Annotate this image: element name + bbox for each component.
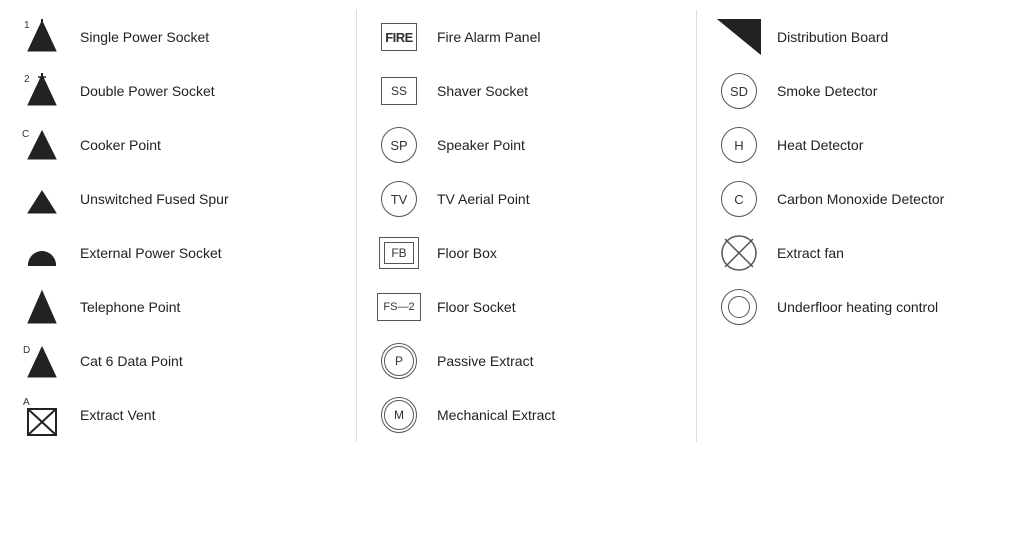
carbon-monoxide-detector-icon: C — [713, 181, 765, 217]
cat6-data-point-label: Cat 6 Data Point — [80, 353, 183, 369]
legend-grid: 1 Single Power Socket 2 Double — [16, 10, 1002, 442]
svg-text:D: D — [23, 345, 30, 356]
shaver-socket-icon: SS — [373, 77, 425, 105]
distribution-board-label: Distribution Board — [777, 29, 888, 45]
tv-aerial-point-icon: TV — [373, 181, 425, 217]
svg-text:2: 2 — [24, 74, 30, 85]
list-item: FS—2 Floor Socket — [373, 280, 696, 334]
passive-extract-icon: P — [373, 343, 425, 379]
smoke-detector-icon: SD — [713, 73, 765, 109]
list-item: SS Shaver Socket — [373, 64, 696, 118]
list-item: 1 Single Power Socket — [16, 10, 356, 64]
carbon-monoxide-detector-label: Carbon Monoxide Detector — [777, 191, 944, 207]
heat-detector-label: Heat Detector — [777, 137, 863, 153]
double-power-socket-icon: 2 — [16, 69, 68, 113]
column-1: 1 Single Power Socket 2 Double — [16, 10, 356, 442]
list-item: C Carbon Monoxide Detector — [713, 172, 1018, 226]
list-item: FB Floor Box — [373, 226, 696, 280]
mechanical-extract-label: Mechanical Extract — [437, 407, 555, 423]
distribution-board-icon — [713, 19, 765, 55]
extract-vent-label: Extract Vent — [80, 407, 155, 423]
svg-text:1: 1 — [24, 20, 30, 31]
heat-detector-icon: H — [713, 127, 765, 163]
floor-box-label: Floor Box — [437, 245, 497, 261]
telephone-point-icon — [16, 285, 68, 329]
column-2: FIRE Fire Alarm Panel SS Shaver Socket S… — [356, 10, 696, 442]
list-item: M Mechanical Extract — [373, 388, 696, 442]
extract-vent-icon: A — [16, 393, 68, 437]
single-power-socket-icon: 1 — [16, 15, 68, 59]
mechanical-extract-icon: M — [373, 397, 425, 433]
telephone-point-label: Telephone Point — [80, 299, 180, 315]
list-item: TV TV Aerial Point — [373, 172, 696, 226]
cooker-point-label: Cooker Point — [80, 137, 161, 153]
cooker-point-icon: C — [16, 123, 68, 167]
shaver-socket-label: Shaver Socket — [437, 83, 528, 99]
svg-text:A: A — [23, 397, 30, 408]
column-3: Distribution Board SD Smoke Detector H H… — [696, 10, 1018, 442]
list-item: A Extract Vent — [16, 388, 356, 442]
fire-alarm-panel-label: Fire Alarm Panel — [437, 29, 540, 45]
list-item: 2 Double Power Socket — [16, 64, 356, 118]
list-item: Telephone Point — [16, 280, 356, 334]
external-power-socket-label: External Power Socket — [80, 245, 222, 261]
tv-aerial-point-label: TV Aerial Point — [437, 191, 530, 207]
extract-fan-icon — [713, 234, 765, 272]
passive-extract-label: Passive Extract — [437, 353, 533, 369]
single-power-socket-label: Single Power Socket — [80, 29, 209, 45]
list-item: FIRE Fire Alarm Panel — [373, 10, 696, 64]
cat6-data-point-icon: D — [16, 339, 68, 383]
extract-fan-label: Extract fan — [777, 245, 844, 261]
external-power-socket-icon — [16, 231, 68, 275]
list-item: SD Smoke Detector — [713, 64, 1018, 118]
list-item: External Power Socket — [16, 226, 356, 280]
floor-socket-icon: FS—2 — [373, 293, 425, 321]
list-item: H Heat Detector — [713, 118, 1018, 172]
speaker-point-label: Speaker Point — [437, 137, 525, 153]
smoke-detector-label: Smoke Detector — [777, 83, 877, 99]
list-item: Distribution Board — [713, 10, 1018, 64]
speaker-point-icon: SP — [373, 127, 425, 163]
floor-socket-label: Floor Socket — [437, 299, 516, 315]
unswitched-fused-spur-label: Unswitched Fused Spur — [80, 191, 229, 207]
list-item: P Passive Extract — [373, 334, 696, 388]
list-item: SP Speaker Point — [373, 118, 696, 172]
list-item: Underfloor heating control — [713, 280, 1018, 334]
list-item: Unswitched Fused Spur — [16, 172, 356, 226]
list-item: Extract fan — [713, 226, 1018, 280]
unswitched-fused-spur-icon — [16, 177, 68, 221]
list-item: D Cat 6 Data Point — [16, 334, 356, 388]
list-item: C Cooker Point — [16, 118, 356, 172]
fire-alarm-panel-icon: FIRE — [373, 23, 425, 51]
floor-box-icon: FB — [373, 237, 425, 269]
underfloor-heating-control-label: Underfloor heating control — [777, 299, 938, 315]
double-power-socket-label: Double Power Socket — [80, 83, 215, 99]
svg-text:C: C — [22, 129, 29, 140]
underfloor-heating-control-icon — [713, 289, 765, 325]
